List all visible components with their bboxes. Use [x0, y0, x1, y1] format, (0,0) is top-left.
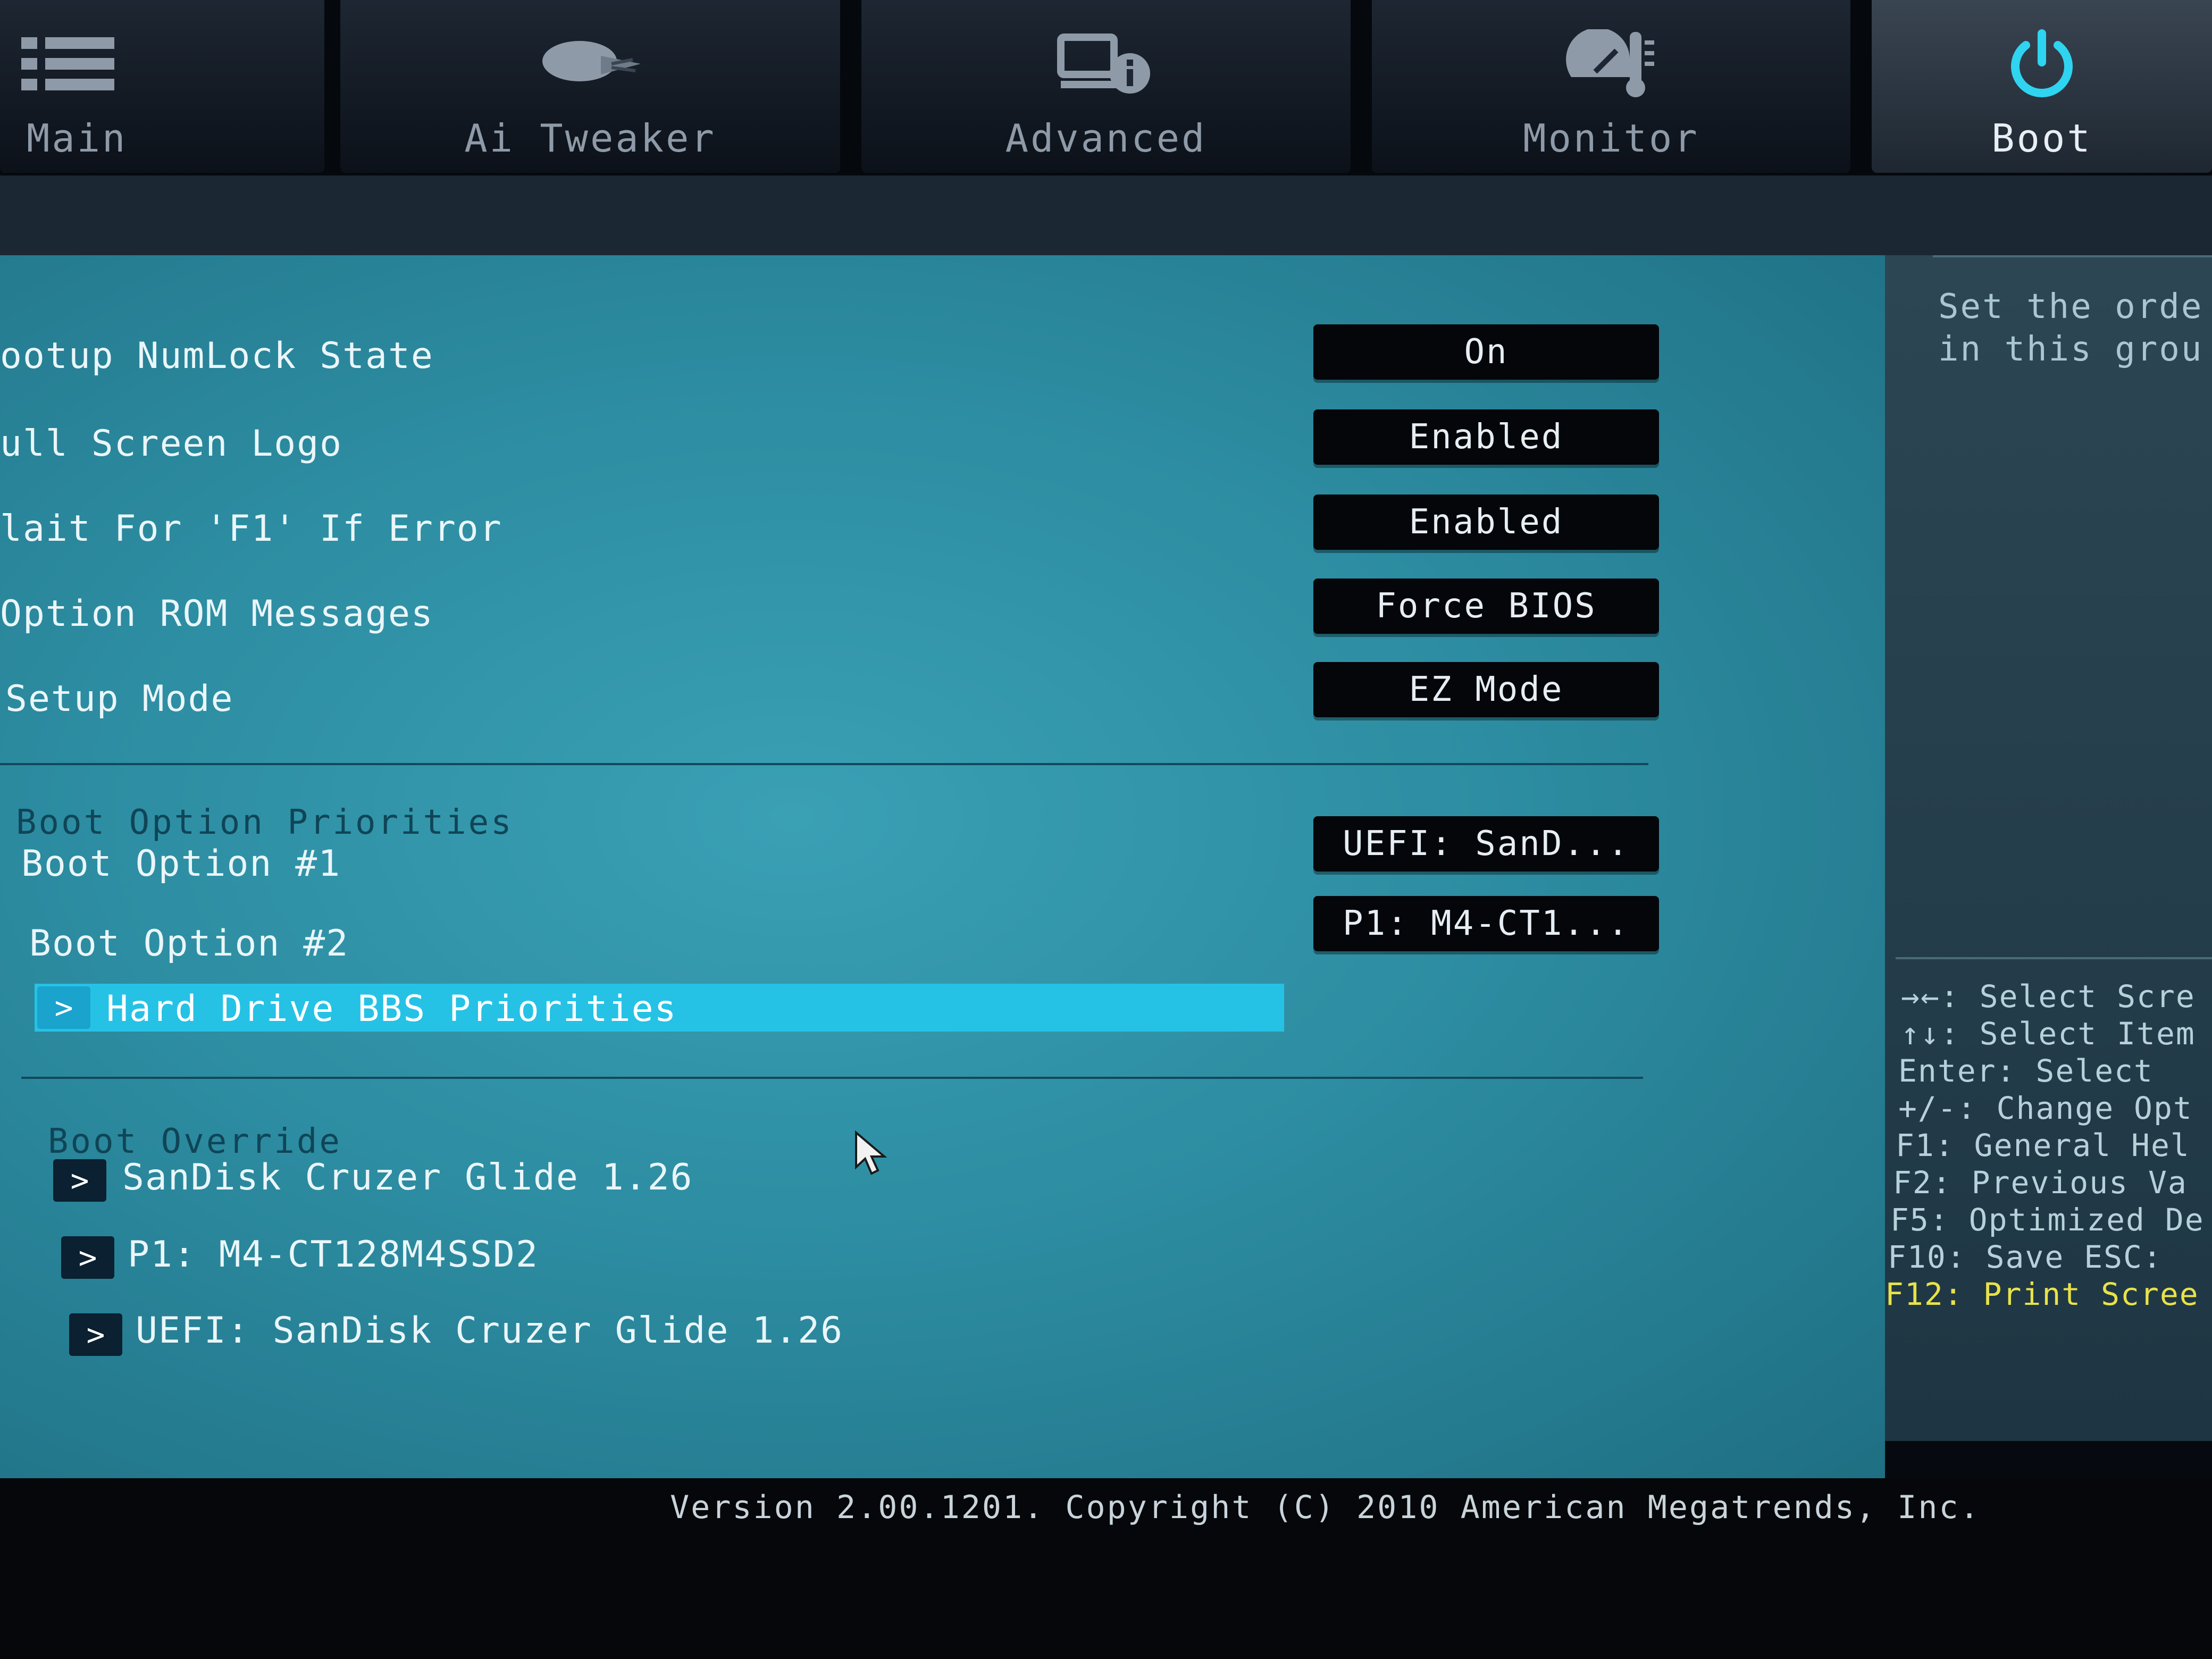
setting-label-option-rom: Option ROM Messages	[0, 593, 434, 635]
tab-advanced-label: Advanced	[1005, 116, 1207, 161]
tab-bar: Main Ai Tweaker Advanced Monitor Boot	[0, 0, 2212, 175]
section-header-boot-override: Boot Override	[48, 1122, 342, 1161]
boot-option-1-label: Boot Option #1	[21, 843, 341, 885]
list-icon	[0, 21, 324, 106]
key-hint: ↑↓: Select Item	[1901, 1016, 2196, 1052]
key-hint: F5: Optimized De	[1890, 1202, 2205, 1238]
help-description-line: in this grou	[1938, 330, 2203, 369]
boot-option-2-value-button[interactable]: P1: M4-CT1...	[1313, 896, 1659, 951]
sub-header-strip	[0, 175, 2212, 255]
boot-override-item-label: SanDisk Cruzer Glide 1.26	[122, 1157, 693, 1199]
tab-boot-label: Boot	[1991, 116, 2092, 161]
boot-option-2-label: Boot Option #2	[29, 923, 349, 965]
tab-main[interactable]: Main	[0, 0, 324, 173]
option-rom-value-button[interactable]: Force BIOS	[1313, 579, 1659, 634]
key-hint: Enter: Select	[1898, 1053, 2154, 1089]
numlock-value-button[interactable]: On	[1313, 324, 1659, 380]
help-divider	[1933, 255, 2212, 257]
help-divider	[1896, 957, 2212, 959]
tab-ai-tweaker-label: Ai Tweaker	[464, 116, 716, 161]
main-settings-panel: ootup NumLock State On ull Screen Logo E…	[0, 255, 1885, 1478]
boot-override-item-label: P1: M4-CT128M4SSD2	[128, 1234, 539, 1276]
setup-mode-value-button[interactable]: EZ Mode	[1313, 662, 1659, 717]
boot-override-item-label: UEFI: SanDisk Cruzer Glide 1.26	[136, 1310, 844, 1352]
full-screen-logo-value-button[interactable]: Enabled	[1313, 409, 1659, 465]
tab-monitor-label: Monitor	[1523, 116, 1699, 161]
tab-main-label: Main	[27, 116, 128, 161]
tab-monitor[interactable]: Monitor	[1372, 0, 1850, 173]
divider	[21, 1077, 1643, 1079]
divider	[0, 763, 1648, 765]
key-hint: F1: General Hel	[1896, 1127, 2190, 1163]
key-hint: F2: Previous Va	[1893, 1164, 2188, 1201]
setting-label-numlock: ootup NumLock State	[0, 335, 434, 377]
version-copyright-text: Version 2.00.1201. Copyright (C) 2010 Am…	[670, 1489, 1981, 1526]
chevron-right-icon: >	[53, 1159, 106, 1202]
power-icon	[1872, 21, 2212, 106]
key-hint: +/-: Change Opt	[1898, 1090, 2193, 1126]
mouse-cursor-icon	[853, 1130, 891, 1180]
chevron-right-icon: >	[69, 1313, 122, 1356]
tab-ai-tweaker[interactable]: Ai Tweaker	[340, 0, 840, 173]
tab-advanced[interactable]: Advanced	[861, 0, 1351, 173]
setting-label-setup-mode: Setup Mode	[5, 678, 234, 720]
rocket-icon	[340, 21, 840, 106]
chevron-right-icon: >	[37, 986, 90, 1029]
setting-label-wait-f1: lait For 'F1' If Error	[0, 508, 502, 550]
key-hint: →←: Select Scre	[1901, 978, 2196, 1015]
help-panel: Set the orde in this grou →←: Select Scr…	[1885, 255, 2212, 1441]
tab-boot[interactable]: Boot	[1872, 0, 2212, 173]
wait-f1-value-button[interactable]: Enabled	[1313, 495, 1659, 550]
section-header-boot-priorities: Boot Option Priorities	[16, 803, 514, 842]
settings-info-icon	[861, 21, 1351, 106]
setting-label-full-screen-logo: ull Screen Logo	[0, 423, 343, 465]
hard-drive-bbs-priorities-label: Hard Drive BBS Priorities	[106, 988, 677, 1030]
key-hint-print-screen: F12: Print Scree	[1885, 1276, 2199, 1312]
key-hint: F10: Save ESC:	[1888, 1239, 2163, 1275]
chevron-right-icon: >	[61, 1236, 114, 1279]
help-description-line: Set the orde	[1938, 287, 2203, 326]
gauge-icon	[1372, 21, 1850, 106]
boot-option-1-value-button[interactable]: UEFI: SanD...	[1313, 816, 1659, 872]
